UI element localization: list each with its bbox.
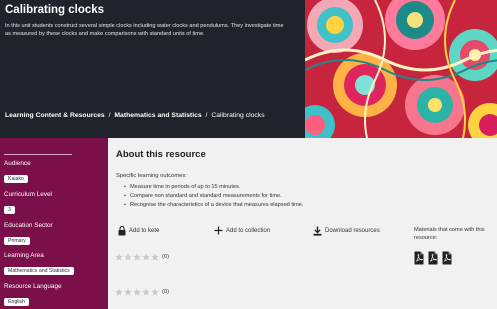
star-icon[interactable] bbox=[115, 253, 123, 261]
about-title: About this resource bbox=[116, 149, 206, 160]
pdf-icon[interactable] bbox=[428, 251, 438, 265]
materials-text: Materials that come with this resource: bbox=[414, 227, 485, 241]
outcome-item: Compare non standard and standard measur… bbox=[124, 192, 303, 201]
materials-file-list bbox=[414, 251, 452, 265]
education-sector-label: Education Sector bbox=[4, 222, 53, 229]
download-resources-button[interactable]: Download resources bbox=[313, 226, 380, 236]
meta-resource-language: Resource Language English bbox=[4, 283, 62, 308]
add-to-kete-label: Add to kete bbox=[129, 228, 160, 234]
resource-language-label: Resource Language bbox=[4, 283, 62, 290]
resource-description: In this unit students construct several … bbox=[5, 23, 284, 37]
star-icon[interactable] bbox=[124, 288, 132, 296]
meta-audience: Audience Kaiako bbox=[4, 160, 31, 185]
star-rating[interactable]: (0) bbox=[115, 253, 169, 261]
add-to-collection-button[interactable]: Add to collection bbox=[214, 226, 270, 235]
outcome-item: Measure time in periods of up to 15 minu… bbox=[124, 183, 303, 192]
breadcrumb-separator: / bbox=[108, 112, 111, 119]
pdf-icon[interactable] bbox=[442, 251, 452, 265]
star-icon[interactable] bbox=[124, 253, 132, 261]
audience-label: Audience bbox=[4, 160, 31, 167]
learning-area-label: Learning Area bbox=[4, 252, 44, 259]
download-icon bbox=[313, 226, 322, 236]
page-title: Calibrating clocks bbox=[5, 4, 105, 16]
meta-education-sector: Education Sector Primary bbox=[4, 222, 53, 247]
rating-count: (0) bbox=[162, 289, 170, 295]
breadcrumb-separator: / bbox=[205, 112, 208, 119]
outcomes-label: Specific learning outcomes: bbox=[116, 173, 187, 179]
meta-curriculum-level: Curriculum Level 3 bbox=[4, 191, 52, 216]
curriculum-level-chip[interactable]: 3 bbox=[4, 206, 15, 214]
resource-metadata-sidebar: Audience Kaiako Curriculum Level 3 Educa… bbox=[0, 138, 108, 309]
star-icon[interactable] bbox=[133, 288, 141, 296]
header-text-panel: Calibrating clocks In this unit students… bbox=[0, 0, 305, 138]
add-to-collection-label: Add to collection bbox=[226, 227, 271, 234]
rating-count: (0) bbox=[162, 254, 170, 260]
breadcrumb-mathematics[interactable]: Mathematics and Statistics bbox=[114, 112, 201, 119]
download-resources-label: Download resources bbox=[325, 228, 380, 234]
star-icon[interactable] bbox=[151, 253, 159, 261]
outcome-item: Recognise the characteristics of a devic… bbox=[124, 201, 304, 210]
hero-pattern-image bbox=[305, 0, 497, 138]
lock-icon bbox=[118, 226, 126, 236]
about-resource-panel: About this resource Specific learning ou… bbox=[108, 138, 497, 309]
star-icon[interactable] bbox=[133, 253, 141, 261]
pdf-icon[interactable] bbox=[414, 251, 424, 265]
curriculum-level-label: Curriculum Level bbox=[4, 191, 52, 198]
resource-language-chip[interactable]: English bbox=[4, 298, 30, 306]
education-sector-chip[interactable]: Primary bbox=[4, 237, 30, 245]
star-icon[interactable] bbox=[115, 288, 123, 296]
breadcrumb-learning-content[interactable]: Learning Content & Resources bbox=[5, 112, 105, 119]
meta-learning-area: Learning Area Mathematics and Statistics bbox=[4, 252, 74, 277]
star-icon[interactable] bbox=[142, 288, 150, 296]
star-icon[interactable] bbox=[142, 253, 150, 261]
star-icon[interactable] bbox=[151, 288, 159, 296]
add-to-kete-button[interactable]: Add to kete bbox=[118, 226, 159, 236]
learning-area-chip[interactable]: Mathematics and Statistics bbox=[4, 267, 74, 275]
plus-icon bbox=[214, 226, 223, 235]
resource-header: Calibrating clocks In this unit students… bbox=[0, 0, 497, 138]
outcomes-list: Measure time in periods of up to 15 minu… bbox=[124, 183, 304, 210]
breadcrumb-current: Calibrating clocks bbox=[211, 112, 265, 119]
sidebar-divider bbox=[4, 154, 72, 155]
star-rating[interactable]: (0) bbox=[115, 288, 169, 296]
audience-chip[interactable]: Kaiako bbox=[4, 175, 28, 183]
breadcrumb: Learning Content & Resources / Mathemati… bbox=[5, 112, 265, 119]
